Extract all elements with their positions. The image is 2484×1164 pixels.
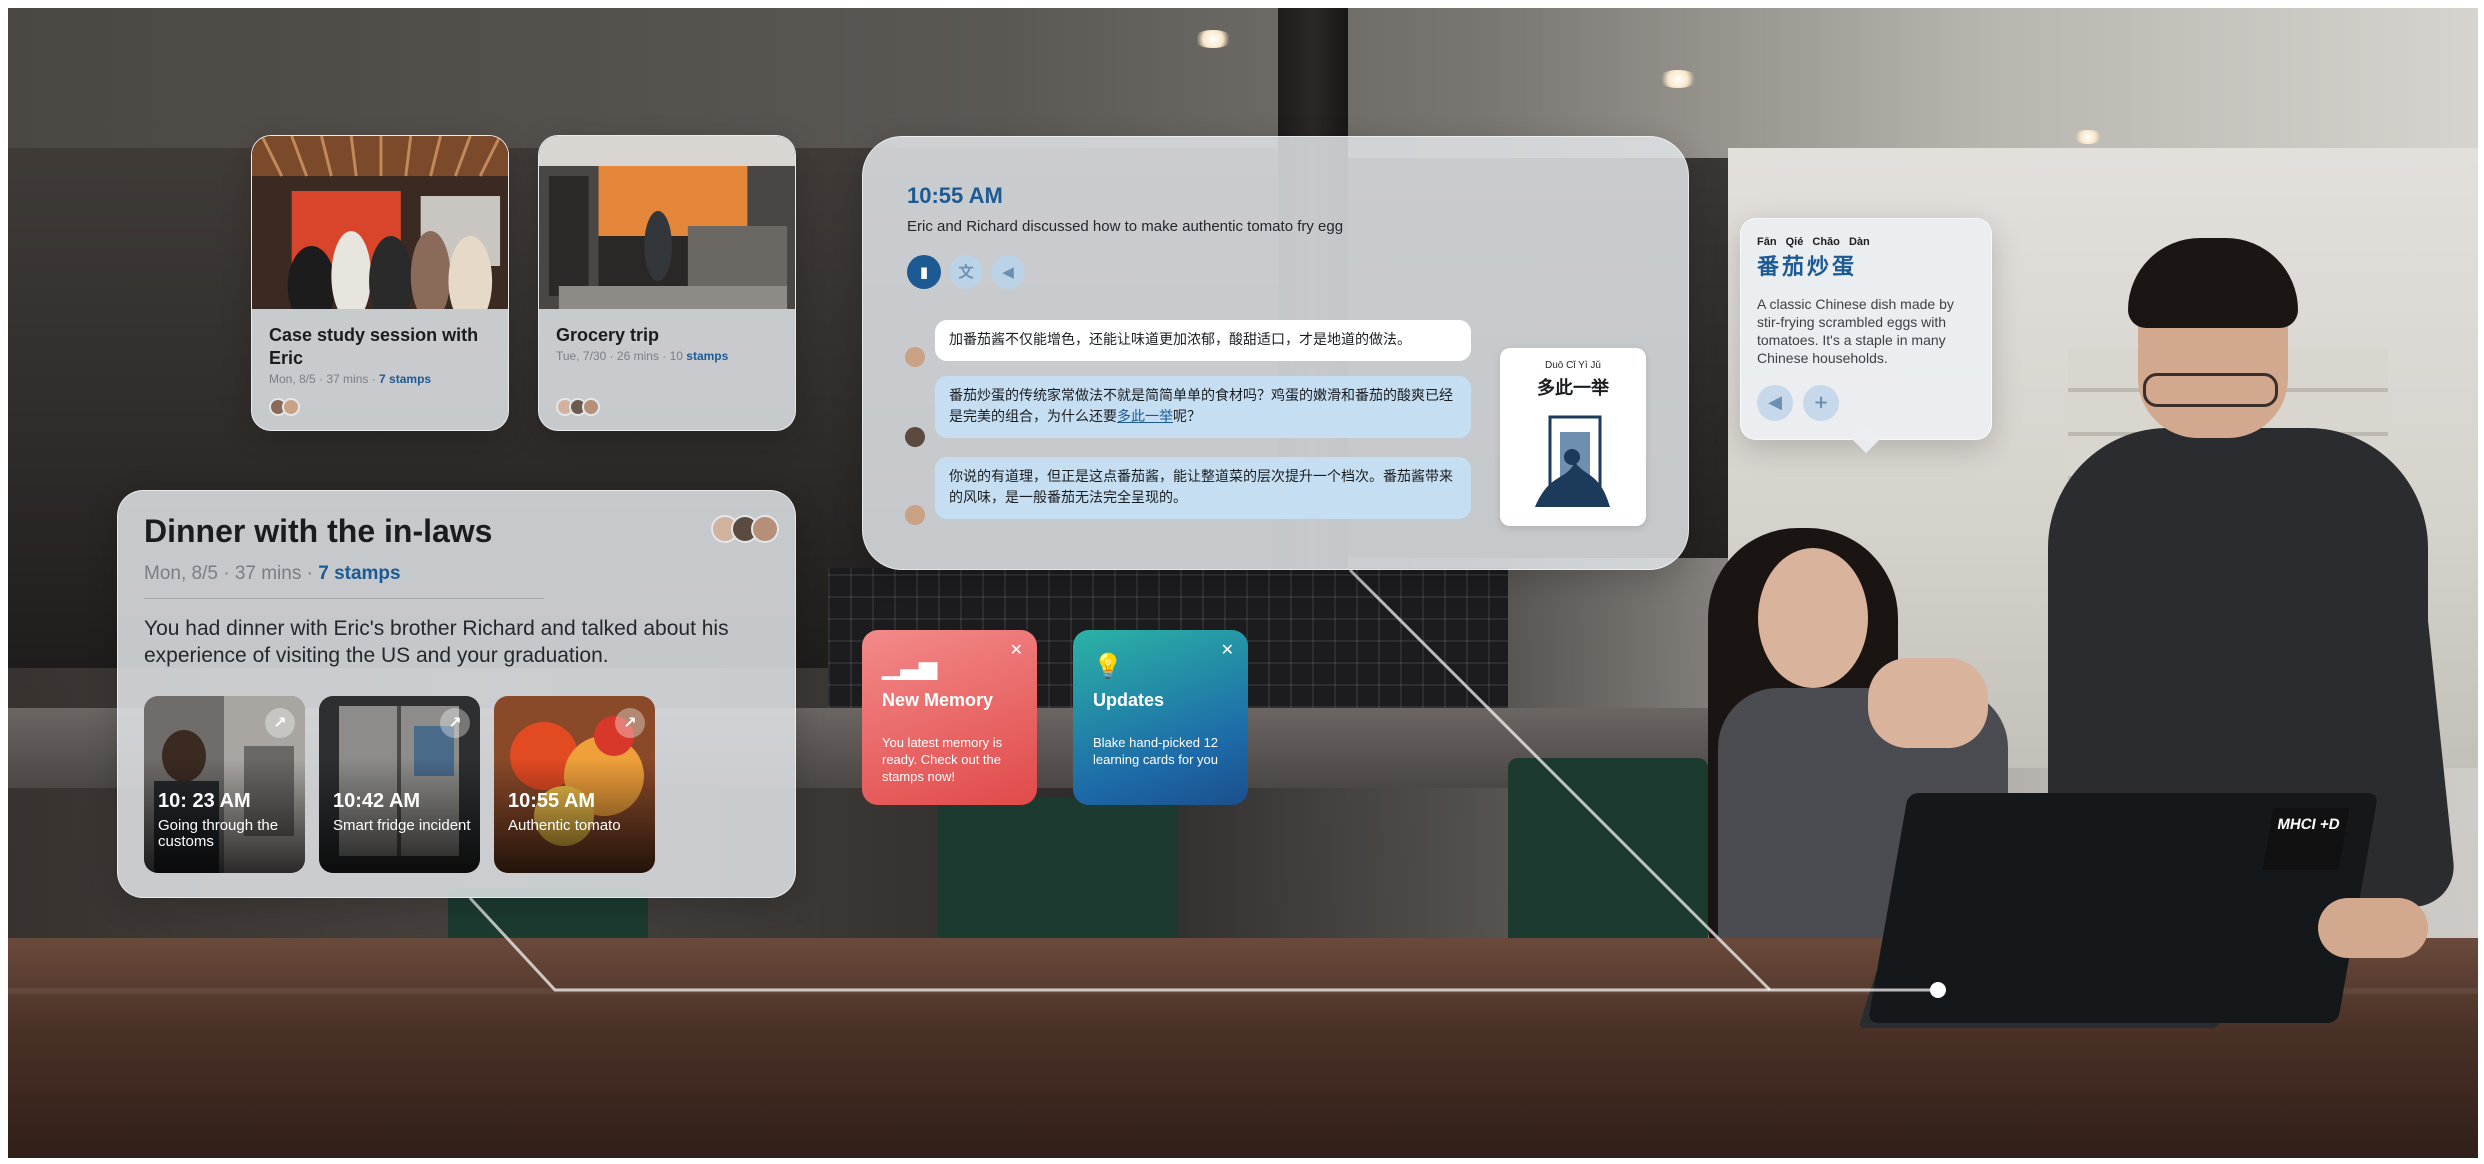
avatar — [282, 398, 300, 416]
message-text: 番茄炒蛋的传统家常做法不就是简简单单的食材吗？鸡蛋的嫩滑和番茄的酸爽已经是完美的… — [949, 388, 1453, 425]
close-icon[interactable]: ✕ — [1010, 640, 1023, 659]
ceiling-light — [1193, 30, 1233, 48]
session-meta: Mon, 8/5 · 37 mins · 7 stamps — [269, 372, 431, 386]
session-card[interactable]: Grocery trip Tue, 7/30 · 26 mins · 10 st… — [538, 135, 796, 431]
avatar — [751, 515, 779, 543]
laptop-sticker: MHCI +D — [2262, 808, 2350, 870]
translate-icon[interactable]: 文 — [949, 255, 983, 289]
session-meta-text: Mon, 8/5 · 37 mins · — [269, 372, 380, 386]
dish-hanzi: 番茄炒蛋 — [1757, 255, 1858, 280]
memory-summary: You had dinner with Eric's brother Richa… — [144, 617, 729, 667]
memory-detail-card: Dinner with the in-laws Mon, 8/5 · 37 mi… — [117, 490, 796, 898]
tile-body: Blake hand-picked 12 learning cards for … — [1093, 735, 1219, 767]
conversation-time: 10:55 AM — [907, 183, 1003, 208]
session-card[interactable]: Case study session with Eric Mon, 8/5 · … — [251, 135, 509, 431]
stamps-count[interactable]: 7 stamps — [318, 563, 400, 584]
sound-wave-icon: ▁▃▅ — [882, 652, 938, 680]
message-text: 呢？ — [1173, 409, 1201, 425]
chair — [1508, 758, 1708, 968]
new-memory-tile[interactable]: ▁▃▅ ✕ New Memory You latest memory is re… — [862, 630, 1037, 805]
plus-icon[interactable]: + — [1803, 385, 1839, 421]
participants — [711, 515, 779, 543]
moment-description: Authentic tomato — [508, 817, 621, 834]
close-icon[interactable]: ✕ — [1221, 640, 1234, 659]
moment-card[interactable]: ↗ 10:55 AM Authentic tomato — [494, 696, 655, 873]
dish-pinyin: Fān Qié Chǎo Dàn — [1757, 236, 1870, 248]
moment-card[interactable]: ↗ 10: 23 AM Going through the customs — [144, 696, 305, 873]
avatar — [905, 347, 925, 367]
highlighted-idiom[interactable]: 多此一举 — [1117, 409, 1173, 425]
idiom-hanzi: 多此一举 — [1537, 378, 1609, 399]
avatar — [905, 505, 925, 525]
stamps-count[interactable]: 7 stamps — [379, 372, 431, 386]
tile-label: New Memory — [882, 690, 994, 710]
message-bubble: 你说的有道理，但正是这点番茄酱，能让整道菜的层次提升一个档次。番茄酱带来的风味，… — [935, 457, 1471, 519]
arrow-up-right-icon[interactable]: ↗ — [615, 708, 645, 738]
speaker-icon[interactable]: ◀ — [991, 255, 1025, 289]
participants — [556, 398, 600, 416]
bookmark-icon[interactable]: ▮ — [907, 255, 941, 289]
moment-card[interactable]: ↗ 10:42 AM Smart fridge incident — [319, 696, 480, 873]
stamps-count[interactable]: stamps — [686, 349, 728, 363]
man-hand — [2318, 898, 2428, 958]
session-title: Grocery trip — [556, 325, 660, 345]
dish-definition: A classic Chinese dish made by stir-fryi… — [1757, 296, 1954, 366]
woman-face — [1758, 548, 1868, 688]
dictionary-popover: Fān Qié Chǎo Dàn 番茄炒蛋 A classic Chinese … — [1740, 218, 1992, 454]
session-meta-text: Tue, 7/30 · 26 mins · 10 — [556, 349, 687, 363]
message-bubble: 番茄炒蛋的传统家常做法不就是简简单单的食材吗？鸡蛋的嫩滑和番茄的酸爽已经是完美的… — [935, 376, 1471, 438]
avatar — [582, 398, 600, 416]
idiom-card[interactable]: Duō Cǐ Yì Jǔ 多此一举 — [1500, 348, 1646, 526]
idiom-pinyin: Duō Cǐ Yì Jǔ — [1545, 360, 1601, 371]
idiom-illustration — [1535, 415, 1610, 507]
session-meta: Tue, 7/30 · 26 mins · 10 stamps — [556, 349, 728, 363]
ceiling-light — [2073, 130, 2103, 144]
moment-description: Smart fridge incident — [333, 817, 471, 834]
message-bubble: 加番茄酱不仅能增色，还能让味道更加浓郁，酸甜适口，才是地道的做法。 — [935, 320, 1471, 361]
session-photo — [252, 136, 508, 309]
participants — [269, 398, 300, 416]
memory-title: Dinner with the in-laws — [144, 513, 493, 549]
ceiling-light — [1658, 70, 1698, 88]
session-photo — [539, 136, 795, 309]
lightbulb-icon: 💡 — [1093, 652, 1123, 680]
moment-description: Going through the customs — [158, 817, 279, 850]
memory-meta: Mon, 8/5 · 37 mins · 7 stamps — [144, 563, 401, 585]
woman-hands — [1868, 658, 1988, 748]
conversation-subtitle: Eric and Richard discussed how to make a… — [907, 218, 1344, 235]
conversation-toolbar: ▮ 文 ◀ — [907, 255, 1025, 289]
session-title: Case study session with Eric — [269, 325, 479, 368]
arrow-up-right-icon[interactable]: ↗ — [440, 708, 470, 738]
moment-time: 10:55 AM — [508, 790, 596, 812]
moment-time: 10: 23 AM — [158, 790, 251, 812]
popover-actions: ◀ + — [1757, 385, 1839, 421]
memory-meta-text: Mon, 8/5 · 37 mins · — [144, 563, 319, 584]
arrow-up-right-icon[interactable]: ↗ — [265, 708, 295, 738]
tile-label: Updates — [1093, 690, 1165, 710]
moment-time: 10:42 AM — [333, 790, 421, 812]
divider — [144, 598, 544, 599]
glasses — [2143, 373, 2278, 407]
tile-body: You latest memory is ready. Check out th… — [882, 735, 1003, 784]
updates-tile[interactable]: 💡 ✕ Updates Blake hand-picked 12 learnin… — [1073, 630, 1248, 805]
avatar — [905, 427, 925, 447]
speaker-icon[interactable]: ◀ — [1757, 385, 1793, 421]
conversation-card: 10:55 AM Eric and Richard discussed how … — [862, 136, 1689, 570]
